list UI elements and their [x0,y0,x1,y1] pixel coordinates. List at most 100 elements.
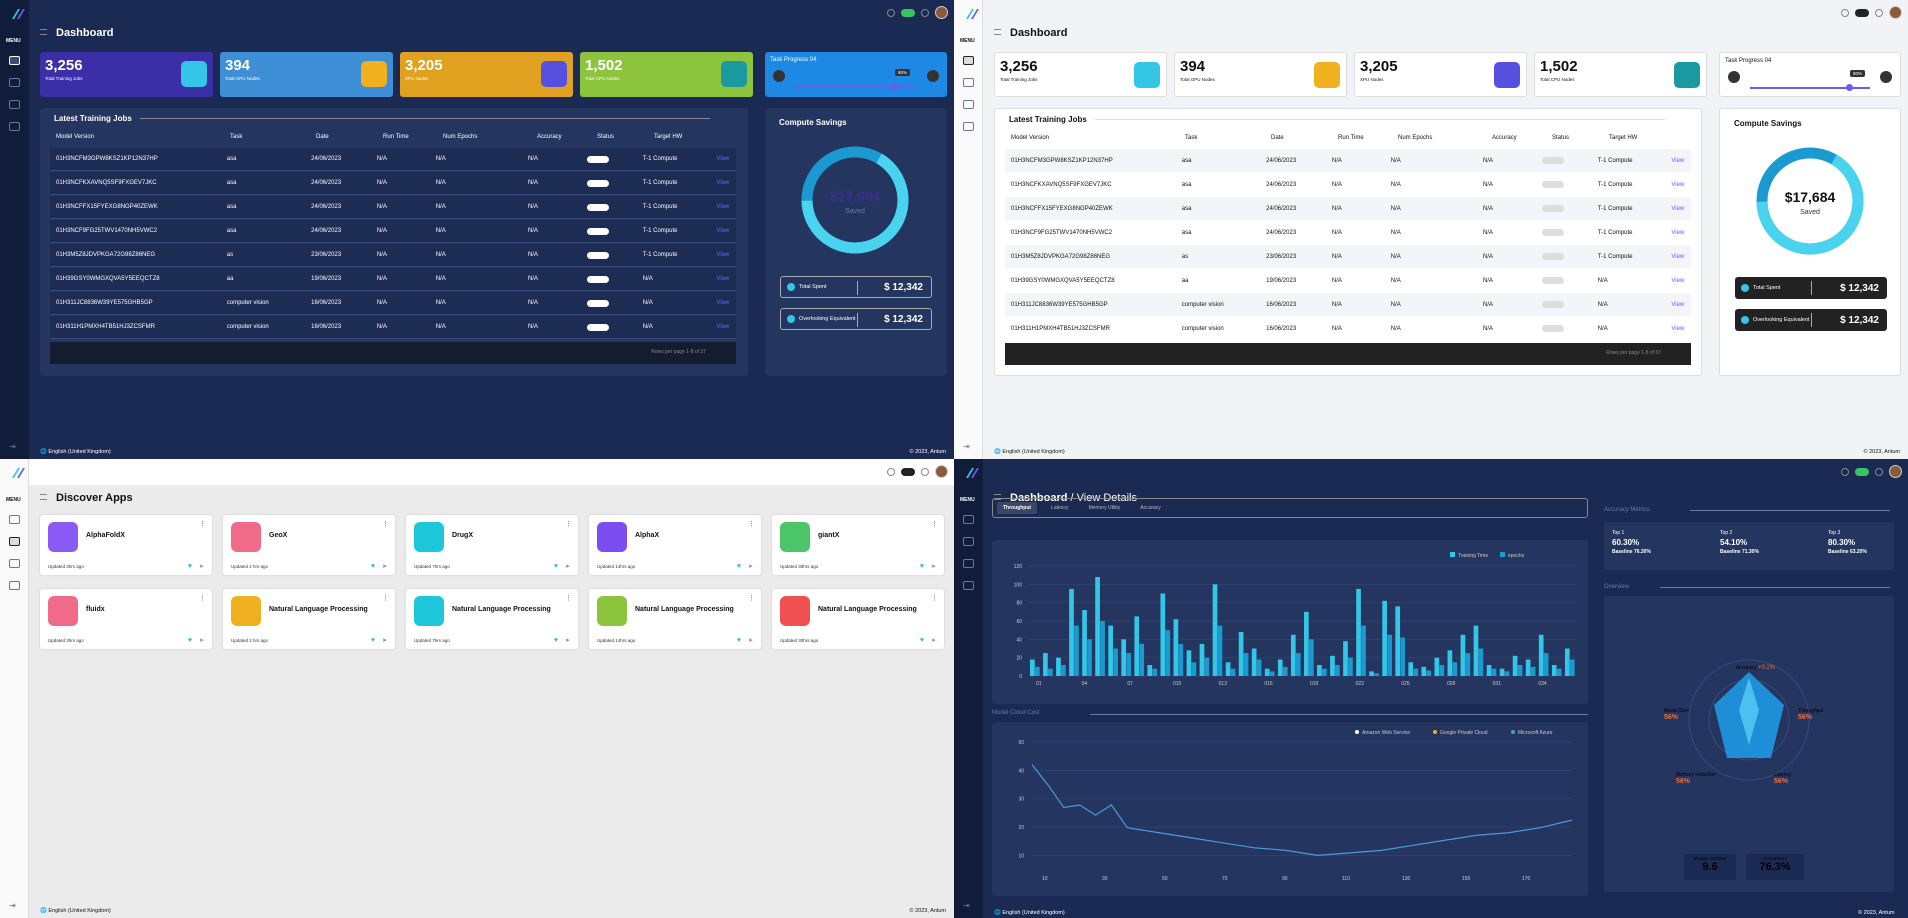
table-row[interactable]: 01H3NCFM3GPW8KSZ1KP12N37HP asa 24/06/2023 N… [50,148,736,171]
dashboard-icon[interactable] [9,56,20,65]
view-link[interactable]: View [1671,326,1691,332]
tab-throughput[interactable]: Throughput [997,502,1038,514]
app-card[interactable]: Natural Language Processing Updated 7hrs … [406,589,578,649]
app-card[interactable]: GeoX Updated 2 hrs ago ⋮ ♥ ➤ [223,515,395,575]
table-row[interactable]: 01H311H1PMXH4TB51HJ3ZCSFMR computer visio… [50,316,736,339]
table-row[interactable]: 01H3NCF9FG25TWV1470NH5VWC2 asa 24/06/2023 N… [1005,221,1691,244]
footer-language[interactable]: 🌐 English (United Kingdom) [994,910,1065,916]
logout-icon[interactable]: ⇥ [963,901,970,910]
share-icon[interactable]: ➤ [931,637,936,644]
jobs-icon[interactable] [963,559,974,568]
refresh-icon[interactable] [921,467,929,476]
heart-icon[interactable]: ♥ [920,563,924,570]
progress-thumb[interactable] [1846,84,1853,91]
share-icon[interactable]: ➤ [565,563,570,570]
heart-icon[interactable]: ♥ [371,637,375,644]
stat-card-xpu[interactable]: 3,205 XPU Nodes [400,52,573,97]
share-icon[interactable]: ➤ [931,563,936,570]
table-row[interactable]: 01H311H1PMXH4TB51HJ3ZCSFMR computer visio… [1005,317,1691,340]
apps-icon[interactable] [963,537,974,546]
footer-language[interactable]: 🌐 English (United Kingdom) [40,449,111,455]
app-card[interactable]: giantX Updated 30hrs ago ⋮ ♥ ➤ [772,515,944,575]
table-row[interactable]: 01H3NCFKXAVNQ5SF9FXGEV7JKC asa 24/06/2023 N… [50,172,736,195]
theme-toggle[interactable] [1855,8,1869,17]
stat-card-cpu[interactable]: 1,502 Total CPU Nodes [580,52,753,97]
table-row[interactable]: 01H3NCFKXAVNQ5SF9FXGEV7JKC asa 24/06/2023 N… [1005,173,1691,196]
settings-icon[interactable] [963,122,974,131]
view-link[interactable]: View [716,276,736,282]
more-icon[interactable]: ⋮ [565,520,572,528]
heart-icon[interactable]: ♥ [554,563,558,570]
refresh-icon[interactable] [921,8,929,17]
view-link[interactable]: View [1671,302,1691,308]
table-row[interactable]: 01H3NCFFX15FYEXG8NGP40ZEWK asa 24/06/2023 N… [1005,197,1691,220]
notification-icon[interactable] [887,8,895,17]
avatar[interactable] [1889,6,1902,19]
view-link[interactable]: View [716,324,736,330]
avatar[interactable] [1889,465,1902,478]
dashboard-icon[interactable] [963,56,974,65]
tab-latency[interactable]: Latency [1045,502,1075,514]
more-icon[interactable]: ⋮ [565,594,572,602]
more-icon[interactable]: ⋮ [199,594,206,602]
avatar[interactable] [935,465,948,478]
view-link[interactable]: View [716,156,736,162]
app-card[interactable]: AlphaFoldX Updated 3hrs ago ⋮ ♥ ➤ [40,515,212,575]
stat-card-gpu[interactable]: 394 Total GPU Nodes [1174,52,1347,97]
heart-icon[interactable]: ♥ [737,637,741,644]
view-link[interactable]: View [1671,182,1691,188]
more-icon[interactable]: ⋮ [931,520,938,528]
theme-toggle[interactable] [901,467,915,476]
app-card[interactable]: fluidx Updated 3hrs ago ⋮ ♥ ➤ [40,589,212,649]
footer-language[interactable]: 🌐 English (United Kingdom) [40,908,111,914]
hamburger-icon[interactable] [994,29,1001,35]
more-icon[interactable]: ⋮ [382,594,389,602]
view-link[interactable]: View [1671,230,1691,236]
view-link[interactable]: View [716,252,736,258]
hamburger-icon[interactable] [40,29,47,35]
apps-icon[interactable] [963,78,974,87]
dashboard-icon[interactable] [9,515,20,524]
prev-icon[interactable] [1728,71,1740,83]
notification-icon[interactable] [887,467,895,476]
apps-icon[interactable] [9,78,20,87]
refresh-icon[interactable] [1875,8,1883,17]
heart-icon[interactable]: ♥ [371,563,375,570]
logout-icon[interactable]: ⇥ [9,442,16,451]
hamburger-icon[interactable] [40,494,47,500]
settings-icon[interactable] [9,122,20,131]
share-icon[interactable]: ➤ [199,563,204,570]
dashboard-icon[interactable] [963,515,974,524]
view-link[interactable]: View [716,228,736,234]
settings-icon[interactable] [9,581,20,590]
stat-card-gpu[interactable]: 394 Total GPU Nodes [220,52,393,97]
avatar[interactable] [935,6,948,19]
table-row[interactable]: 01H311JC8836W39YE575GHB5GP computer visio… [50,292,736,315]
more-icon[interactable]: ⋮ [382,520,389,528]
app-card[interactable]: AlphaX Updated 14hrs ago ⋮ ♥ ➤ [589,515,761,575]
share-icon[interactable]: ➤ [382,563,387,570]
table-row[interactable]: 01H39GSY0WMGXQVA5Y5EEQCTZ8 aa 19/06/2023 N/… [50,268,736,291]
view-link[interactable]: View [716,180,736,186]
view-link[interactable]: View [1671,206,1691,212]
notification-icon[interactable] [1841,467,1849,476]
stat-card-training-jobs[interactable]: 3,256 Total Training Jobs [40,52,213,97]
heart-icon[interactable]: ♥ [554,637,558,644]
view-link[interactable]: View [1671,158,1691,164]
tab-memory-utility[interactable]: Memory Utility [1083,502,1127,514]
jobs-icon[interactable] [9,100,20,109]
view-link[interactable]: View [1671,254,1691,260]
table-row[interactable]: 01H3NCF9FG25TWV1470NH5VWC2 asa 24/06/2023 N… [50,220,736,243]
refresh-icon[interactable] [1875,467,1883,476]
table-row[interactable]: 01H3M5Z8JDVPKGA72G98Z86NEG as 23/06/2023 N/… [1005,245,1691,268]
table-row[interactable]: 01H3NCFFX15FYEXG8NGP40ZEWK asa 24/06/2023 N… [50,196,736,219]
view-link[interactable]: View [716,300,736,306]
view-link[interactable]: View [1671,278,1691,284]
app-card[interactable]: Natural Language Processing Updated 2 hrs… [223,589,395,649]
heart-icon[interactable]: ♥ [737,563,741,570]
tab-accuracy[interactable]: Accuracy [1134,502,1167,514]
logout-icon[interactable]: ⇥ [963,442,970,451]
settings-icon[interactable] [963,581,974,590]
more-icon[interactable]: ⋮ [931,594,938,602]
apps-icon[interactable] [9,537,20,546]
